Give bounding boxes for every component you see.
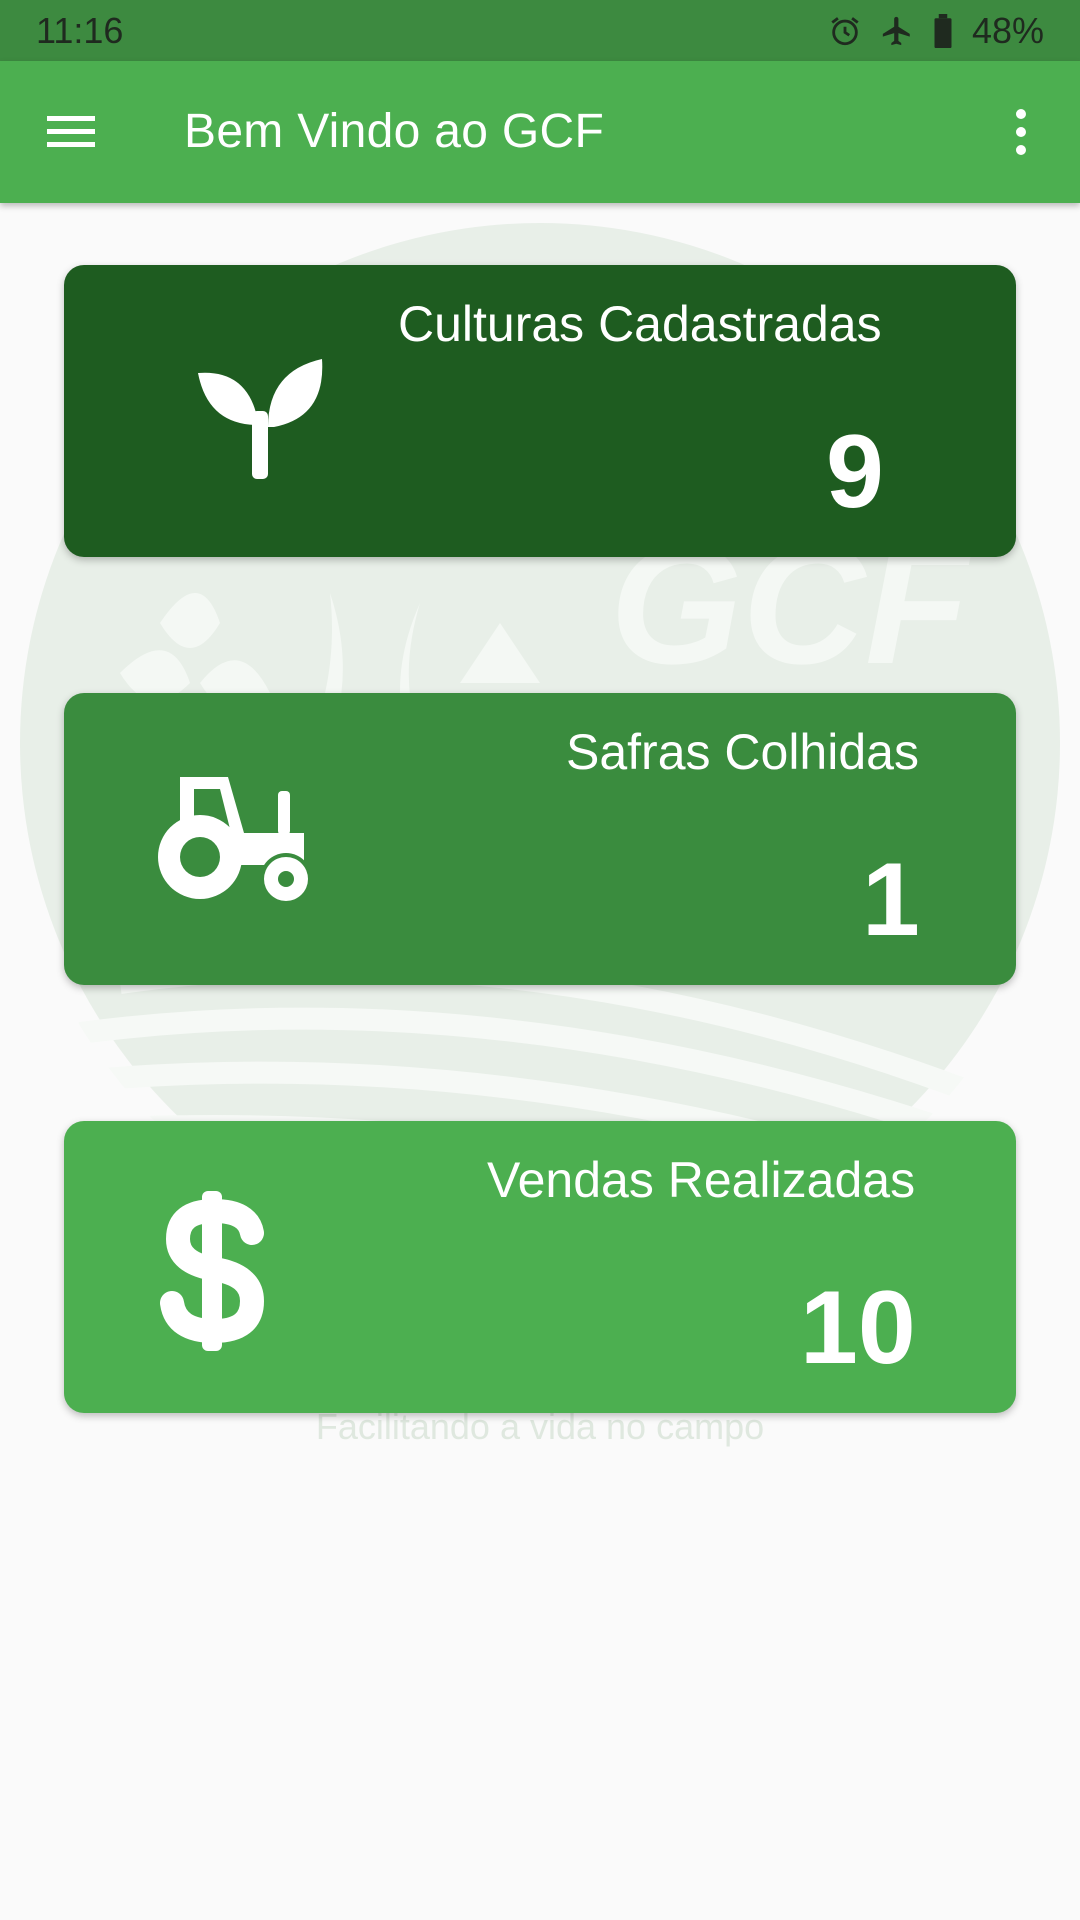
card-culturas[interactable]: Culturas Cadastradas 9	[64, 265, 1016, 557]
sprout-icon	[198, 359, 323, 479]
hamburger-menu-button[interactable]	[36, 97, 106, 167]
card-vendas-value: 10	[800, 1270, 916, 1386]
dollar-icon	[160, 1191, 265, 1351]
tractor-icon	[158, 777, 312, 905]
card-safras-icon-wrap	[154, 773, 324, 908]
status-bar: 11:16 48%	[0, 0, 1080, 61]
card-safras-value: 1	[862, 842, 920, 958]
card-vendas[interactable]: Vendas Realizadas 10	[64, 1121, 1016, 1413]
airplane-mode-icon	[882, 16, 910, 45]
card-culturas-value: 9	[826, 414, 884, 530]
overflow-menu-button[interactable]	[986, 97, 1056, 167]
card-safras[interactable]: Safras Colhidas 1	[64, 693, 1016, 985]
overflow-menu-icon	[1016, 109, 1026, 155]
alarm-icon	[831, 16, 859, 45]
battery-percent: 48%	[971, 9, 1044, 51]
card-culturas-label: Culturas Cadastradas	[398, 296, 882, 352]
status-time: 11:16	[36, 9, 124, 51]
card-vendas-icon-wrap	[160, 1191, 270, 1351]
card-culturas-icon-wrap	[188, 351, 328, 481]
status-icons: 48%	[828, 10, 1044, 52]
app-title: Bem Vindo ao GCF	[184, 105, 605, 158]
hamburger-menu-icon	[47, 116, 95, 147]
card-safras-label: Safras Colhidas	[566, 724, 919, 780]
battery-icon	[934, 13, 952, 48]
card-vendas-label: Vendas Realizadas	[487, 1152, 916, 1208]
app-bar: Bem Vindo ao GCF	[0, 61, 1080, 203]
